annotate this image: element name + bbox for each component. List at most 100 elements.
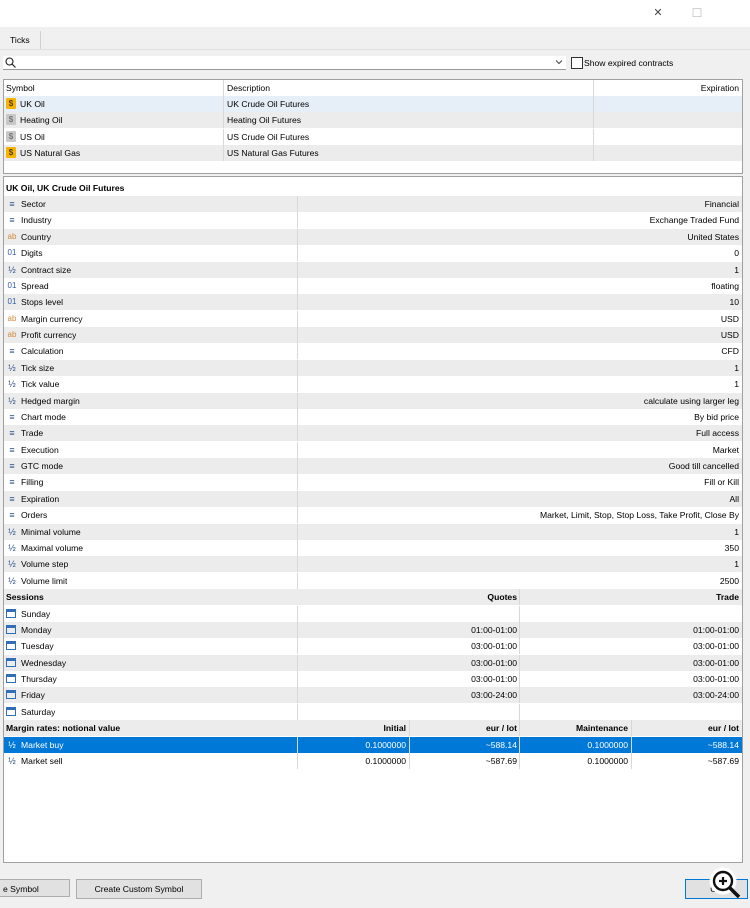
zoom-in-icon[interactable] [708,866,742,900]
property-value: calculate using larger leg [643,395,739,406]
property-row[interactable]: ≡ Chart mode By bid price [4,408,742,425]
column-header-description[interactable]: Description [227,80,270,96]
quotes-header: Quotes [487,592,517,603]
fraction-icon: ½ [8,739,16,750]
session-row[interactable]: Friday 03:00-24:00 03:00-24:00 [4,687,742,704]
session-row[interactable]: Monday 01:00-01:00 01:00-01:00 [4,621,742,638]
column-header-symbol[interactable]: Symbol [6,80,35,96]
session-quotes: 03:00-24:00 [471,690,517,701]
property-row[interactable]: ≡ Expiration All [4,490,742,507]
fraction-icon: ½ [8,264,16,275]
property-row[interactable]: ab Profit currency USD [4,327,742,344]
property-row[interactable]: ½ Contract size 1 [4,261,742,278]
calendar-icon [6,674,16,684]
symbol-table: Symbol Description Expiration $ UK Oil UK … [3,79,743,174]
session-quotes: 03:00-01:00 [471,674,517,685]
margin-initial-eur: ~588.14 [485,739,517,750]
property-row[interactable]: ½ Tick value 1 [4,376,742,393]
property-row[interactable]: ≡ Sector Financial [4,196,742,212]
property-row[interactable]: ≡ Filling Fill or Kill [4,474,742,491]
property-value: 2500 [719,575,739,586]
property-row[interactable]: 01 Stops level 10 [4,294,742,311]
property-value: 350 [724,542,739,553]
gray-dollar-icon: $ [6,114,16,126]
text-type-icon: ab [7,231,17,241]
property-row[interactable]: ½ Maximal volume 350 [4,539,742,556]
margin-row[interactable]: ½ Market sell 0.1000000 ~587.69 0.1000000 ~58… [4,752,742,769]
property-row[interactable]: ≡ Orders Market, Limit, Stop, Stop Loss, T… [4,507,742,524]
margin-initial-eur: ~587.69 [485,755,517,766]
property-name: Orders [21,510,48,521]
maximize-button[interactable]: ☐ [682,4,712,22]
session-row[interactable]: Thursday 03:00-01:00 03:00-01:00 [4,671,742,688]
session-row[interactable]: Tuesday 03:00-01:00 03:00-01:00 [4,638,742,655]
property-row[interactable]: 01 Spread floating [4,277,742,294]
expired-checkbox-box[interactable] [571,57,583,69]
property-row[interactable]: ab Country United States [4,228,742,245]
calendar-icon [6,608,16,618]
initial-header: Initial [383,723,406,734]
property-value: CFD [721,346,739,357]
close-button[interactable]: ✕ [643,4,673,22]
property-value: floating [711,280,739,291]
property-row[interactable]: ≡ Calculation CFD [4,343,742,360]
property-row[interactable]: ½ Tick size 1 [4,359,742,376]
margin-maintenance-eur: ~588.14 [707,739,739,750]
property-name: Tick value [21,379,60,390]
property-value: 1 [734,379,739,390]
margin-row[interactable]: ½ Market buy 0.1000000 ~588.14 0.1000000 ~588… [4,736,742,753]
margin-initial: 0.1000000 [365,739,406,750]
symbol-row[interactable]: $ Heating Oil Heating Oil Futures [4,112,742,129]
session-row[interactable]: Sunday [4,605,742,622]
session-row[interactable]: Saturday [4,703,742,720]
gray-dollar-icon: $ [6,130,16,142]
property-row[interactable]: 01 Digits 0 [4,245,742,262]
symbol-row[interactable]: $ US Oil US Crude Oil Futures [4,128,742,145]
property-name: Filling [21,477,44,488]
calendar-icon [6,657,16,667]
tab-bar: Ticks [0,27,750,50]
property-name: Volume limit [21,575,68,586]
session-day: Tuesday [21,641,54,652]
chevron-down-icon[interactable] [555,57,563,67]
spec-title-row: UK Oil, UK Crude Oil Futures [4,180,742,196]
column-header-expiration[interactable]: Expiration [594,80,739,96]
property-value: Fill or Kill [704,477,739,488]
property-name: Maximal volume [21,542,84,553]
property-row[interactable]: ≡ Execution Market [4,441,742,458]
fraction-icon: ½ [8,755,16,766]
property-name: Tick size [21,362,55,373]
property-row[interactable]: ½ Volume step 1 [4,556,742,573]
tab-ticks[interactable]: Ticks [0,31,41,49]
session-quotes: 03:00-01:00 [471,657,517,668]
property-row[interactable]: ½ Hedged margin calculate using larger leg [4,392,742,409]
property-row[interactable]: ½ Minimal volume 1 [4,523,742,540]
property-row[interactable]: ½ Volume limit 2500 [4,572,742,589]
property-row[interactable]: ≡ GTC mode Good till cancelled [4,458,742,475]
symbol-expiration [594,112,739,128]
symbol-button[interactable]: e Symbol [0,879,70,897]
session-trade: 03:00-24:00 [693,690,739,701]
session-day: Monday [21,624,52,635]
session-row[interactable]: Wednesday 03:00-01:00 03:00-01:00 [4,654,742,671]
property-row[interactable]: ab Margin currency USD [4,310,742,327]
session-day: Sunday [21,608,51,619]
symbol-row[interactable]: $ US Natural Gas US Natural Gas Futures [4,145,742,162]
list-icon: ≡ [9,461,15,472]
property-name: Digits [21,248,43,259]
property-name: GTC mode [21,461,64,472]
property-row[interactable]: ≡ Trade Full access [4,425,742,442]
create-custom-symbol-button[interactable]: Create Custom Symbol [76,879,202,899]
property-row[interactable]: ≡ Industry Exchange Traded Fund [4,212,742,229]
session-trade: 01:00-01:00 [693,624,739,635]
property-value: By bid price [694,411,739,422]
symbol-table-header: Symbol Description Expiration [4,80,742,96]
search-input[interactable] [3,56,566,70]
minimize-button[interactable] [614,4,644,22]
symbol-row[interactable]: $ UK Oil UK Crude Oil Futures [4,96,742,112]
property-name: Sector [21,199,46,209]
trade-header: Trade [716,592,739,603]
margin-maintenance: 0.1000000 [587,755,628,766]
integer-type-icon: 01 [7,248,17,258]
list-icon: ≡ [9,346,15,357]
